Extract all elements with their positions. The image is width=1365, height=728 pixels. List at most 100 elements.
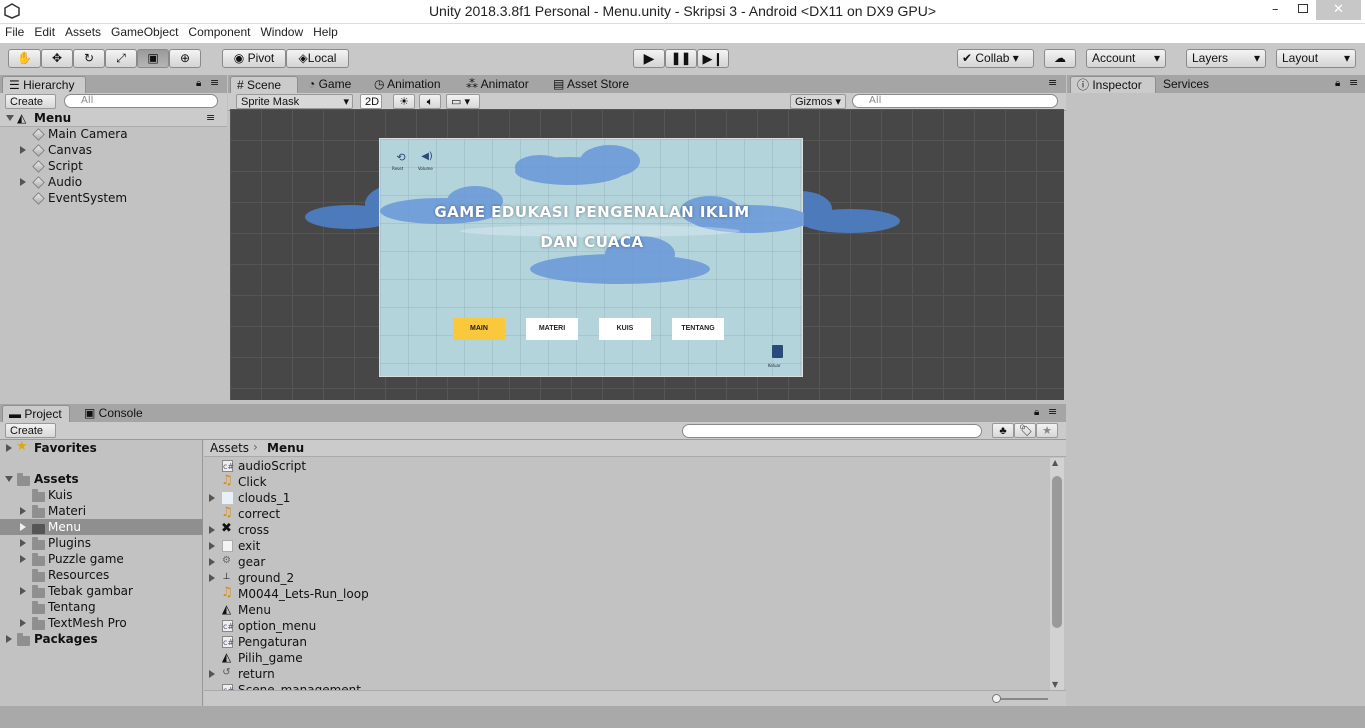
project-search-input[interactable] [682, 424, 982, 438]
scene-header-row[interactable]: ◭ Menu ≡ [0, 110, 227, 127]
list-item[interactable]: ↺ return [204, 666, 1050, 682]
rotate-tool-icon[interactable]: ↻ [73, 49, 105, 68]
tab-hierarchy[interactable]: ☰ Hierarchy [2, 76, 86, 93]
layout-dropdown[interactable]: Layout ▾ [1276, 49, 1356, 68]
scene-viewport[interactable]: ⟲ Reset ◀) Volume GAME EDUKASI PENGENALA… [230, 109, 1064, 400]
expand-arrow-icon[interactable] [209, 494, 215, 502]
kuis-button[interactable]: KUIS [599, 318, 651, 340]
expand-arrow-icon[interactable] [20, 587, 26, 595]
list-item[interactable]: ◭ Pilih_game [204, 650, 1050, 666]
scroll-down-icon[interactable]: ▼ [1052, 680, 1058, 689]
tree-item-assets[interactable]: Assets [0, 471, 203, 487]
panel-menu-icon[interactable]: ≡ [1048, 76, 1057, 89]
tab-services[interactable]: Services [1157, 76, 1215, 93]
list-item[interactable]: c# option_menu [204, 618, 1050, 634]
list-item[interactable]: c# Pengaturan [204, 634, 1050, 650]
panel-menu-icon[interactable]: ≡ [210, 76, 219, 89]
expand-arrow-icon[interactable] [209, 526, 215, 534]
move-tool-icon[interactable]: ✥ [41, 49, 73, 68]
tree-item-folder-selected[interactable]: Menu [0, 519, 203, 535]
panel-menu-icon[interactable]: ≡ [1349, 76, 1358, 89]
pivot-button[interactable]: ◉ Pivot [222, 49, 286, 68]
vertical-scrollbar[interactable]: ▲ ▼ [1050, 458, 1064, 690]
scene-menu-icon[interactable]: ≡ [206, 110, 215, 126]
tab-scene[interactable]: # Scene [230, 76, 298, 93]
local-button[interactable]: ◈Local [286, 49, 349, 68]
rect-tool-icon[interactable]: ▣ [137, 49, 169, 68]
scene-search-input[interactable]: All [852, 94, 1058, 108]
expand-arrow-icon[interactable] [20, 507, 26, 515]
tree-item-folder[interactable]: Materi [0, 503, 203, 519]
list-item[interactable]: ♫ correct [204, 506, 1050, 522]
expand-arrow-icon[interactable] [20, 619, 26, 627]
menu-assets[interactable]: Assets [60, 24, 106, 40]
expand-arrow-icon[interactable] [5, 476, 13, 482]
list-item[interactable]: clouds_1 [204, 490, 1050, 506]
2d-toggle[interactable]: 2D [360, 94, 382, 109]
gizmos-dropdown[interactable]: Gizmos ▾ [790, 94, 846, 109]
tree-item-folder[interactable]: Resources [0, 567, 203, 583]
tab-project[interactable]: ▬ Project [2, 405, 70, 422]
expand-arrow-icon[interactable] [209, 542, 215, 550]
restore-button[interactable] [1298, 4, 1308, 13]
menu-help[interactable]: Help [308, 24, 343, 40]
scrollbar-thumb[interactable] [1052, 476, 1062, 628]
filter-type-icon[interactable]: ♣ [992, 423, 1014, 438]
list-item[interactable]: ♫ Click [204, 474, 1050, 490]
tree-item-packages[interactable]: Packages [0, 631, 203, 647]
expand-arrow-icon[interactable] [6, 444, 12, 452]
main-button[interactable]: MAIN [453, 318, 505, 340]
expand-arrow-icon[interactable] [20, 146, 26, 154]
list-item[interactable]: c#Scene_management [204, 682, 1050, 690]
lock-icon[interactable]: 🔒︎ [1335, 78, 1340, 89]
pause-button[interactable]: ❚❚ [665, 49, 697, 68]
project-create-dropdown[interactable]: Create ▾ [5, 423, 56, 451]
menu-edit[interactable]: Edit [29, 24, 60, 40]
icon-size-slider-track[interactable] [996, 698, 1048, 700]
tab-console[interactable]: ▣ Console [78, 405, 149, 422]
menu-component[interactable]: Component [183, 24, 255, 40]
hierarchy-item-main-camera[interactable]: Main Camera [0, 126, 227, 142]
hand-tool-icon[interactable]: ✋ [8, 49, 41, 68]
tree-item-folder[interactable]: Tebak gambar [0, 583, 203, 599]
play-button[interactable]: ▶ [633, 49, 665, 68]
audio-toggle-icon[interactable]: 🔈︎ [419, 94, 441, 109]
minimize-button[interactable]: – [1272, 2, 1286, 18]
scroll-up-icon[interactable]: ▲ [1052, 458, 1058, 467]
step-button[interactable]: ▶❙ [697, 49, 729, 68]
tab-inspector[interactable]: ⓘ Inspector [1070, 76, 1156, 93]
favorite-star-icon[interactable]: ★ [1036, 423, 1058, 438]
close-button[interactable]: ✕ [1316, 0, 1361, 20]
expand-arrow-icon[interactable] [6, 635, 12, 643]
list-item[interactable]: ♫ M0044_Lets-Run_loop [204, 586, 1050, 602]
tree-item-folder[interactable]: TextMesh Pro [0, 615, 203, 631]
menu-window[interactable]: Window [255, 24, 308, 40]
filter-label-icon[interactable]: 🏷︎ [1014, 423, 1036, 438]
exit-door-icon[interactable] [772, 345, 783, 358]
tab-asset-store[interactable]: ▤ Asset Store [547, 76, 635, 93]
hierarchy-item-audio[interactable]: Audio [0, 174, 227, 190]
effects-dropdown-icon[interactable]: ▭ ▾ [446, 94, 480, 109]
list-item[interactable]: ⚙ gear [204, 554, 1050, 570]
lock-icon[interactable]: 🔒︎ [196, 78, 201, 89]
expand-arrow-icon[interactable] [209, 574, 215, 582]
tab-game[interactable]: ◔ Game [302, 76, 357, 93]
breadcrumb-assets[interactable]: Assets [210, 441, 249, 455]
expand-arrow-icon[interactable] [20, 555, 26, 563]
expand-arrow-icon[interactable] [20, 523, 26, 531]
tab-animation[interactable]: ◷ Animation [368, 76, 447, 93]
tree-item-favorites[interactable]: ★ Favorites [0, 439, 203, 456]
lock-icon[interactable]: 🔒︎ [1034, 407, 1039, 418]
tree-item-folder[interactable]: Plugins [0, 535, 203, 551]
sprite-mask-dropdown[interactable]: Sprite Mask ▾ [236, 94, 353, 109]
list-item[interactable]: ◭ Menu [204, 602, 1050, 618]
collab-dropdown[interactable]: ✔ Collab ▾ [957, 49, 1034, 68]
expand-arrow-icon[interactable] [20, 178, 26, 186]
list-item[interactable]: ✖ cross [204, 522, 1050, 538]
menu-file[interactable]: File [0, 24, 29, 40]
scale-tool-icon[interactable]: ⤢ [105, 49, 137, 68]
breadcrumb-menu[interactable]: Menu [267, 441, 304, 455]
tentang-button[interactable]: TENTANG [672, 318, 724, 340]
menu-gameobject[interactable]: GameObject [106, 24, 183, 40]
hierarchy-item-canvas[interactable]: Canvas [0, 142, 227, 158]
